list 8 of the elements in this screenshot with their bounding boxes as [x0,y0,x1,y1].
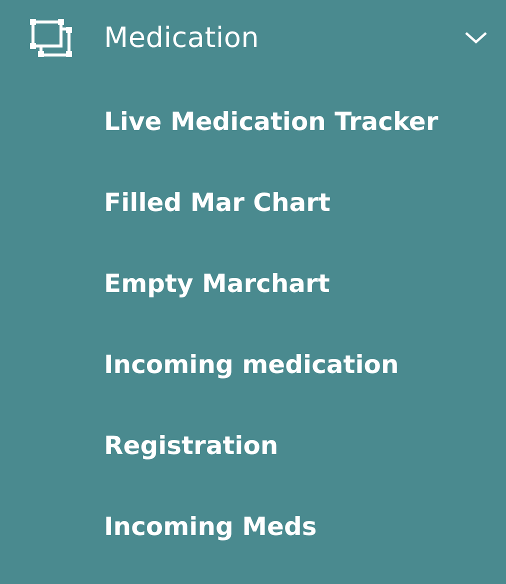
submenu-link[interactable]: Empty Marchart [104,243,330,324]
menu-heading[interactable]: Medication [104,17,464,59]
submenu-link[interactable]: Filled Mar Chart [104,162,330,243]
submenu-link[interactable]: Incoming Meds [104,486,317,567]
frames-icon [30,19,72,57]
submenu-link[interactable]: Live Medication Tracker [104,81,438,162]
submenu-link[interactable]: Incoming medication [104,324,399,405]
submenu-link[interactable]: Registration [104,405,278,486]
